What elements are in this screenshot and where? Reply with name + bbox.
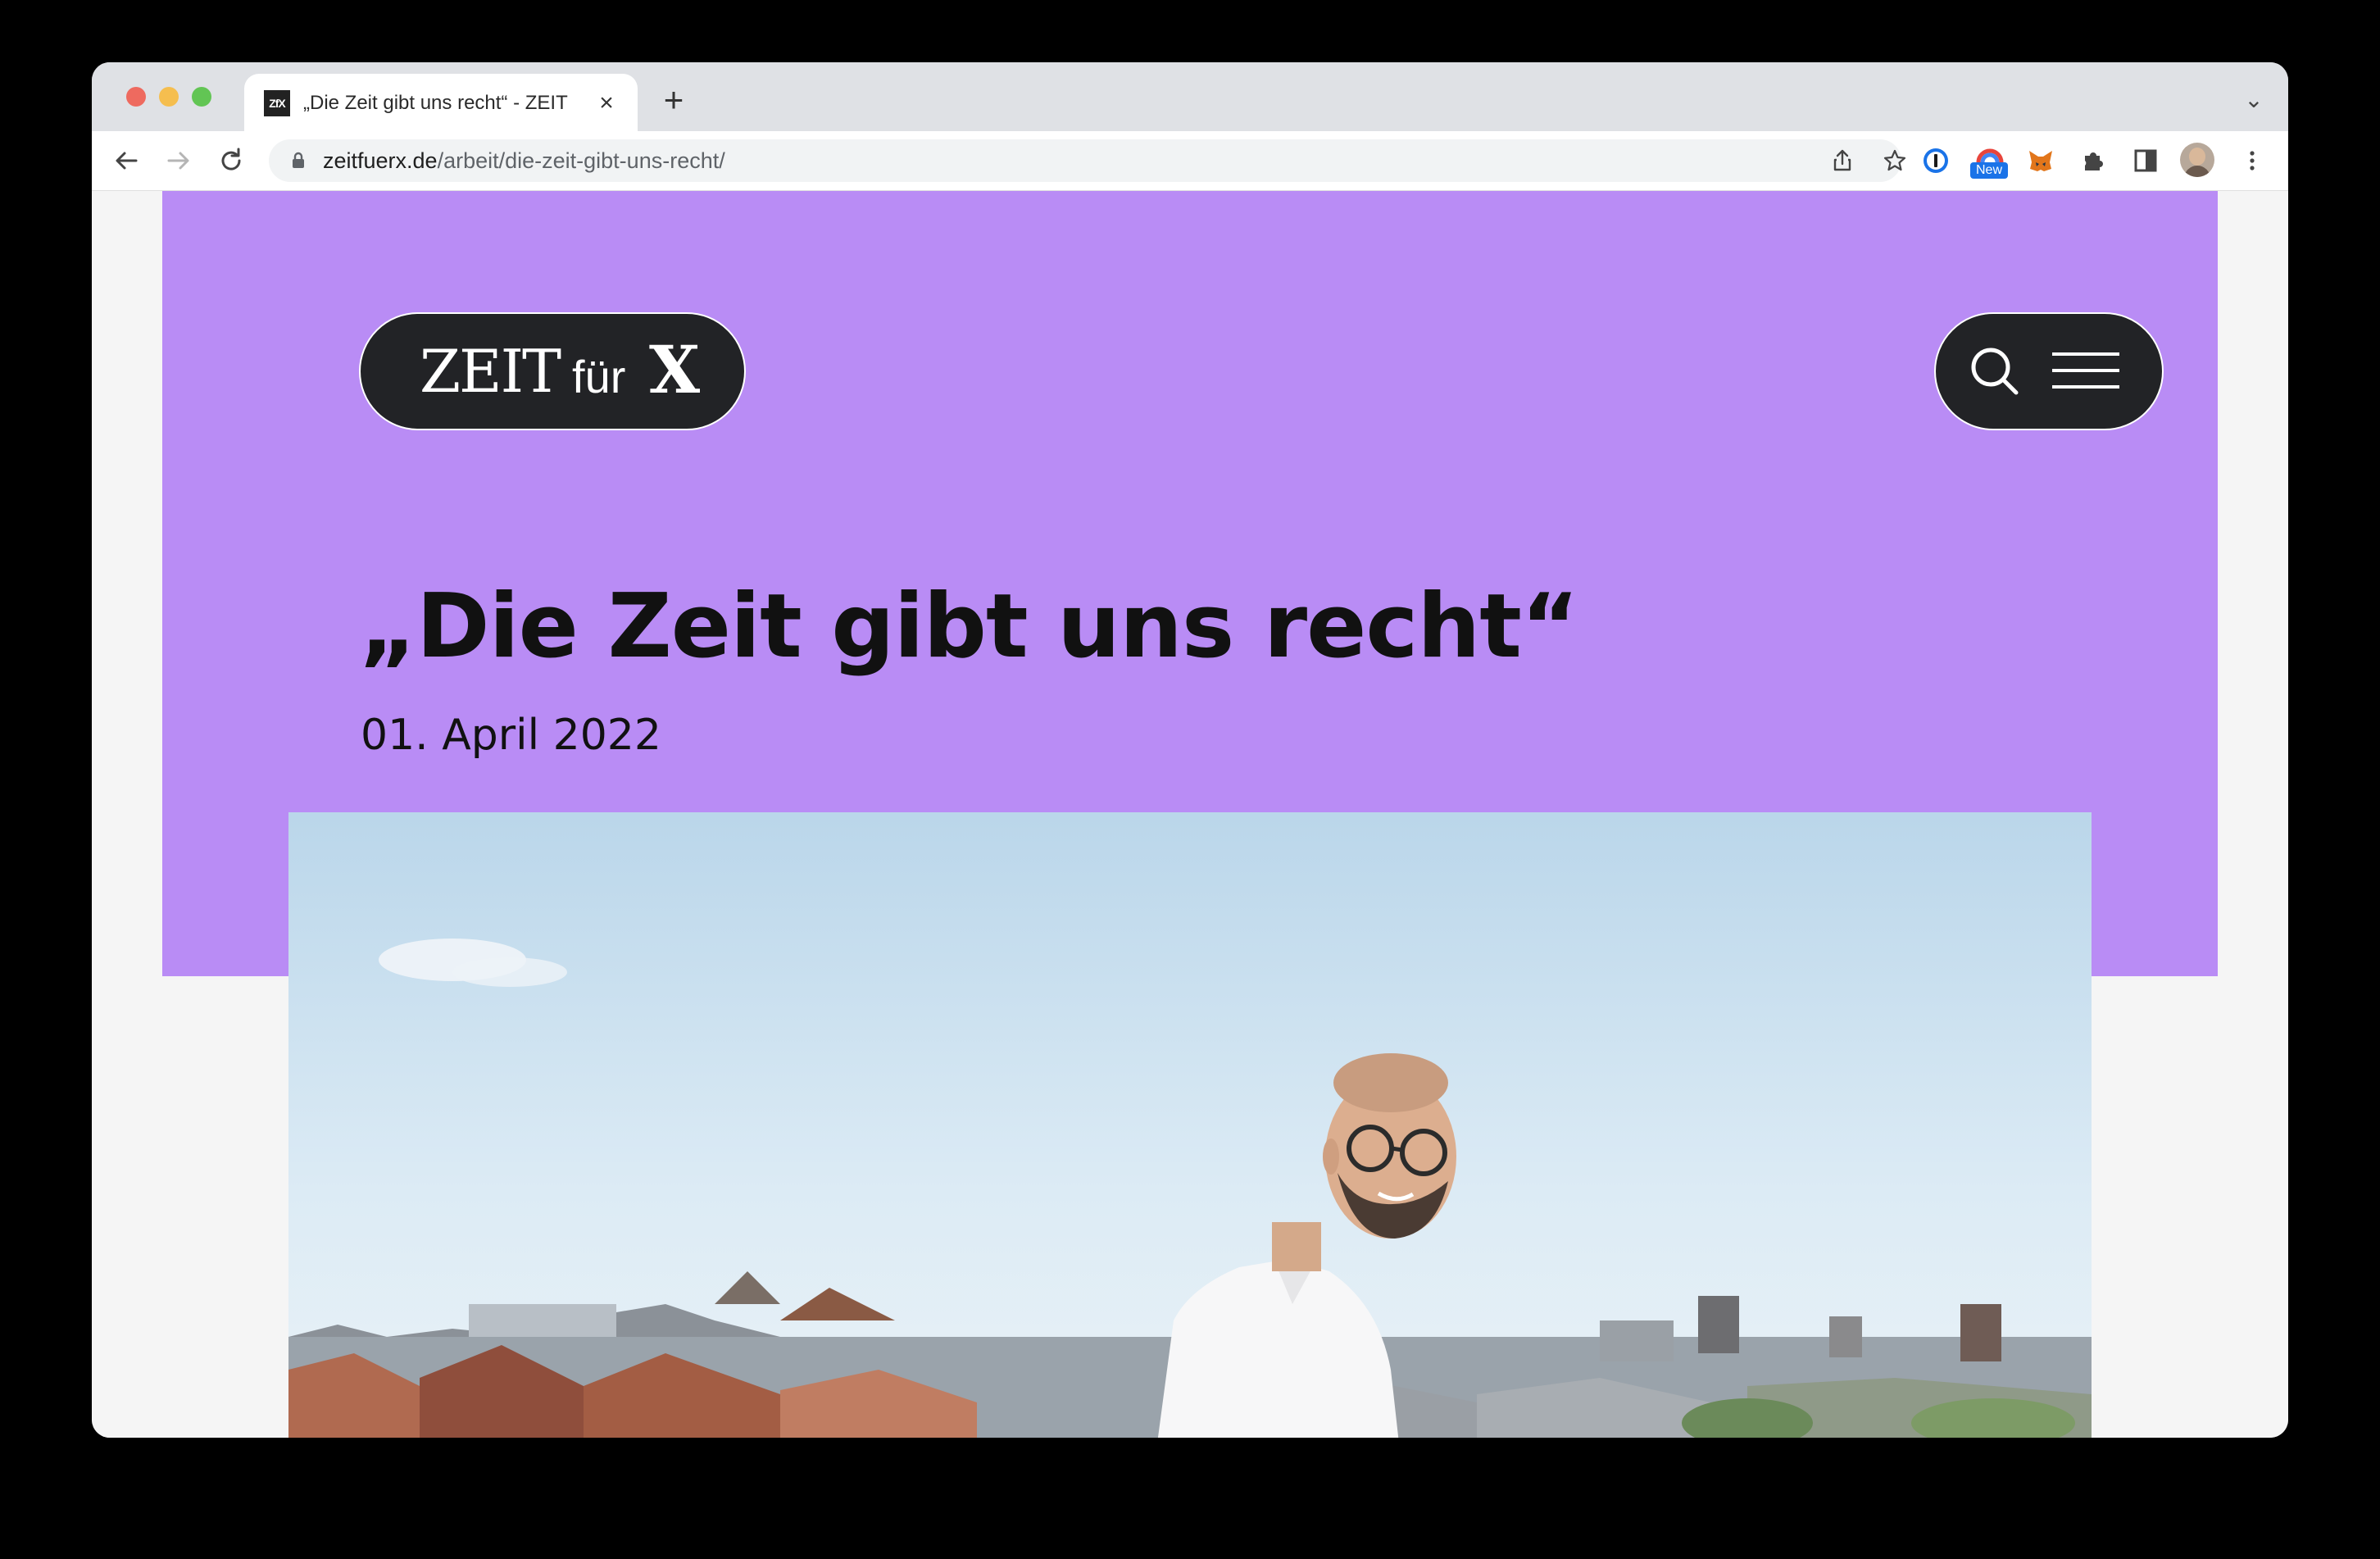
minimize-window-button[interactable] <box>159 87 179 107</box>
close-window-button[interactable] <box>126 87 146 107</box>
url-domain: zeitfuerx.de <box>323 148 438 173</box>
tab-close-icon[interactable]: × <box>595 91 618 116</box>
logo-x-text: X <box>649 331 701 408</box>
metamask-fox-icon[interactable] <box>2026 146 2055 175</box>
article-photo <box>288 812 2092 1438</box>
logo-fur-text: für <box>572 351 626 402</box>
1password-icon[interactable] <box>1921 146 1951 175</box>
search-menu-pill <box>1934 312 2164 430</box>
article-headline: „Die Zeit gibt uns recht“ <box>359 575 1579 678</box>
browser-toolbar: zeitfuerx.de/arbeit/die-zeit-gibt-uns-re… <box>92 131 2288 191</box>
profile-avatar[interactable] <box>2180 143 2214 177</box>
tab-search-chevron-down-icon[interactable]: ⌄ <box>2242 89 2265 111</box>
forward-button[interactable] <box>162 144 195 177</box>
address-bar[interactable]: zeitfuerx.de/arbeit/die-zeit-gibt-uns-re… <box>269 139 1906 182</box>
reload-button[interactable] <box>215 144 248 177</box>
hamburger-menu-icon[interactable] <box>2052 352 2121 393</box>
new-badge: New <box>1970 162 2008 179</box>
lock-icon <box>293 152 304 168</box>
site-logo[interactable]: ZEIT für X <box>359 312 746 430</box>
reload-icon <box>221 148 241 170</box>
tab-title: „Die Zeit gibt uns recht“ - ZEIT <box>303 92 568 114</box>
url-path: /arbeit/die-zeit-gibt-uns-recht/ <box>437 148 725 173</box>
share-icon[interactable] <box>1829 148 1855 174</box>
browser-window: ZfX „Die Zeit gibt uns recht“ - ZEIT × +… <box>92 62 2288 1438</box>
article-date: 01. April 2022 <box>361 711 661 760</box>
back-button[interactable] <box>110 144 143 177</box>
star-icon[interactable] <box>1882 148 1908 174</box>
arrow-left-icon <box>116 152 138 170</box>
extension-new-badge-wrapper[interactable]: New <box>1970 141 2008 180</box>
maximize-window-button[interactable] <box>192 87 211 107</box>
search-icon[interactable] <box>1969 345 2021 398</box>
active-tab[interactable]: ZfX „Die Zeit gibt uns recht“ - ZEIT × <box>244 74 638 131</box>
arrow-right-icon <box>167 152 189 170</box>
rooftop-portrait-image <box>288 812 2092 1438</box>
url-text: zeitfuerx.de/arbeit/die-zeit-gibt-uns-re… <box>323 146 725 175</box>
kebab-menu-icon[interactable] <box>2237 146 2267 175</box>
page-viewport: ZEIT für X „Die Zeit gibt uns recht“ 01.… <box>92 191 2288 1438</box>
side-panel-icon[interactable] <box>2131 146 2160 175</box>
new-tab-button[interactable]: + <box>657 83 690 117</box>
tab-strip: ZfX „Die Zeit gibt uns recht“ - ZEIT × +… <box>92 62 2288 131</box>
tab-favicon-icon: ZfX <box>264 90 290 116</box>
puzzle-icon[interactable] <box>2078 146 2108 175</box>
logo-zeit-text: ZEIT <box>420 337 561 406</box>
